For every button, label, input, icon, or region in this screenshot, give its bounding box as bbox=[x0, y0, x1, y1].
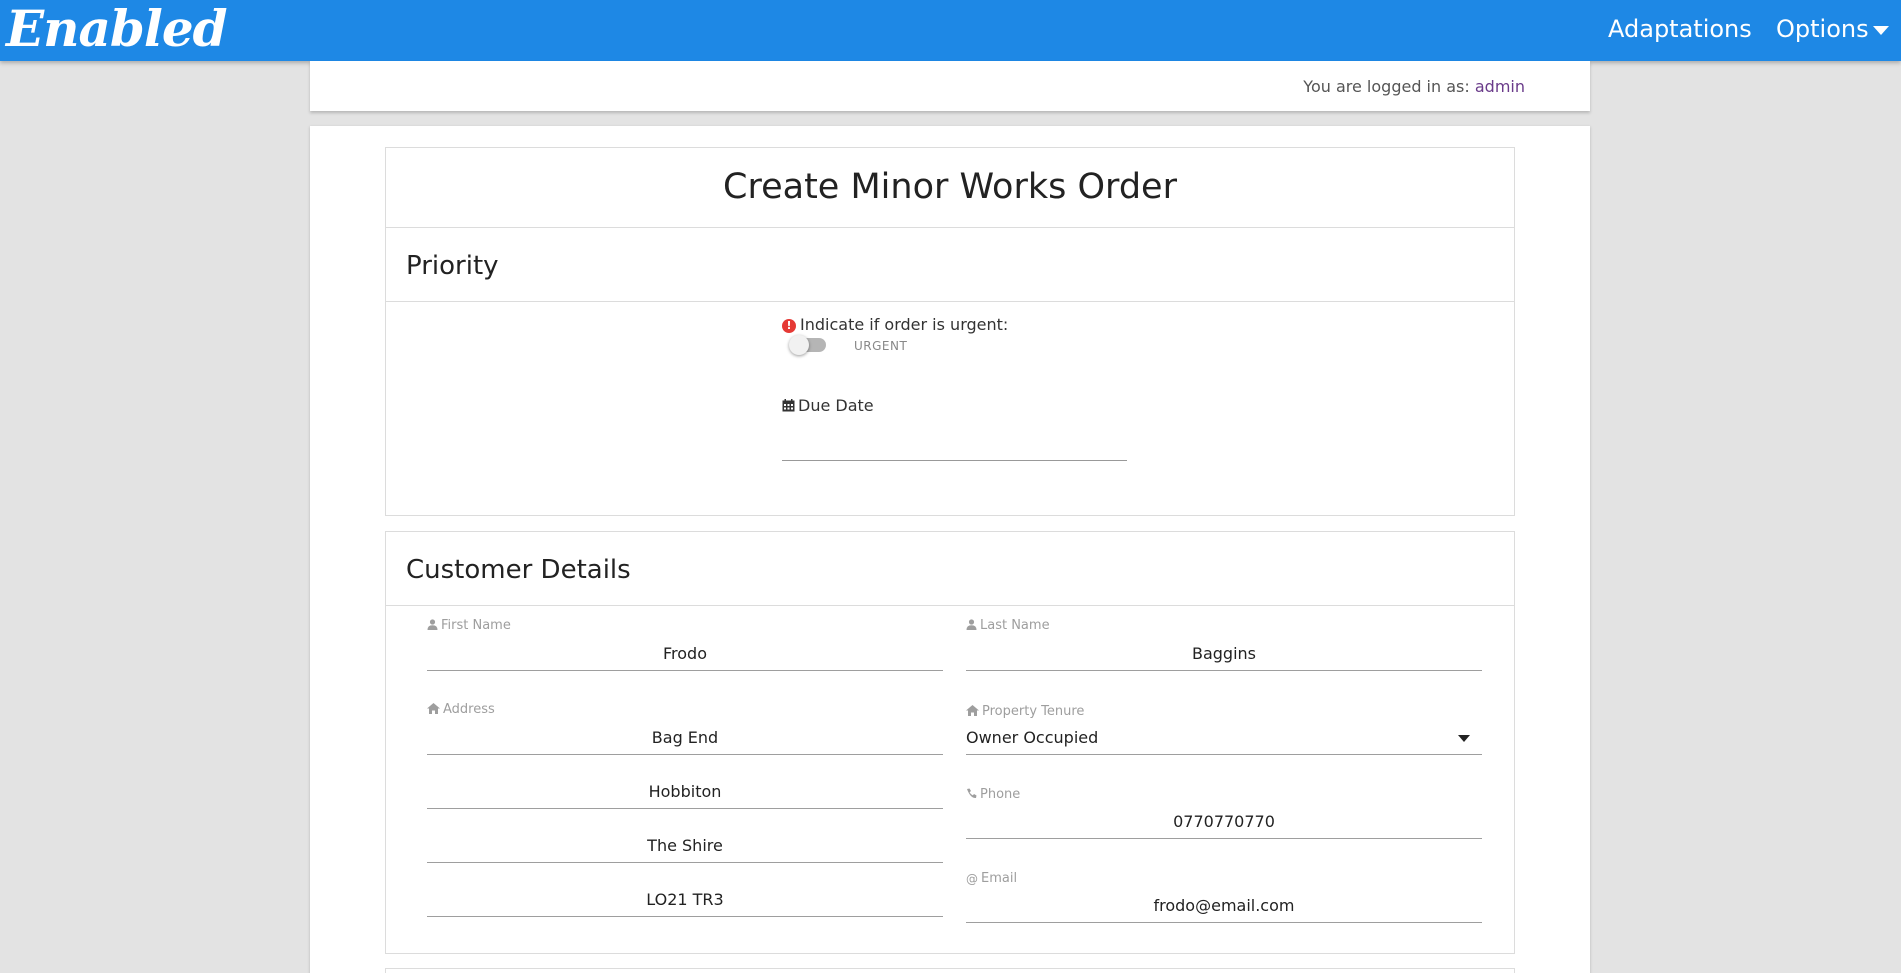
top-navbar: Enabled Adaptations Options bbox=[0, 0, 1901, 61]
address-line-2-input[interactable] bbox=[427, 775, 943, 809]
user-icon bbox=[966, 619, 977, 630]
caret-down-icon bbox=[1458, 735, 1470, 742]
urgent-label-text: Indicate if order is urgent: bbox=[800, 315, 1009, 334]
main-card: Create Minor Works Order Priority ! Indic… bbox=[310, 126, 1590, 973]
login-info-card: You are logged in as: admin bbox=[310, 61, 1590, 111]
customer-details-heading: Customer Details bbox=[386, 532, 1514, 606]
user-icon bbox=[427, 619, 438, 630]
last-name-label: Last Name bbox=[966, 618, 1050, 633]
nav-options-dropdown[interactable]: Options bbox=[1776, 0, 1889, 61]
brand-logo[interactable]: Enabled bbox=[6, 0, 228, 61]
login-status: You are logged in as: admin bbox=[1303, 77, 1525, 96]
last-name-label-text: Last Name bbox=[980, 618, 1050, 633]
email-label: @ Email bbox=[966, 871, 1017, 886]
due-date-input[interactable] bbox=[782, 423, 1127, 461]
due-date-label-text: Due Date bbox=[798, 396, 874, 415]
next-panel bbox=[385, 968, 1515, 973]
home-icon bbox=[966, 705, 979, 716]
property-tenure-select[interactable]: Owner Occupied bbox=[966, 721, 1482, 755]
home-icon bbox=[427, 703, 440, 714]
last-name-input[interactable] bbox=[966, 637, 1482, 671]
priority-panel: Create Minor Works Order Priority ! Indic… bbox=[385, 147, 1515, 516]
priority-heading: Priority bbox=[386, 228, 1514, 302]
address-postcode-input[interactable] bbox=[427, 883, 943, 917]
nav-adaptations-link[interactable]: Adaptations bbox=[1608, 0, 1752, 61]
email-input[interactable] bbox=[966, 889, 1482, 923]
urgent-toggle-label: URGENT bbox=[854, 339, 908, 353]
customer-details-panel: Customer Details First Name Last Name Ad… bbox=[385, 531, 1515, 954]
due-date-label: Due Date bbox=[782, 396, 874, 415]
address-label: Address bbox=[427, 702, 495, 717]
property-tenure-label-text: Property Tenure bbox=[982, 704, 1085, 719]
urgent-toggle[interactable] bbox=[789, 335, 826, 355]
phone-input[interactable] bbox=[966, 805, 1482, 839]
exclamation-circle-icon: ! bbox=[782, 319, 796, 333]
email-label-text: Email bbox=[981, 871, 1018, 886]
phone-icon bbox=[967, 788, 977, 799]
toggle-knob bbox=[789, 335, 809, 355]
first-name-input[interactable] bbox=[427, 637, 943, 671]
phone-label: Phone bbox=[966, 787, 1020, 802]
caret-down-icon bbox=[1872, 25, 1889, 35]
address-label-text: Address bbox=[443, 702, 495, 717]
login-prefix: You are logged in as: bbox=[1303, 77, 1470, 96]
first-name-label: First Name bbox=[427, 618, 511, 633]
nav-options-label: Options bbox=[1776, 15, 1869, 43]
phone-label-text: Phone bbox=[980, 787, 1021, 802]
property-tenure-value: Owner Occupied bbox=[966, 728, 1099, 747]
address-line-3-input[interactable] bbox=[427, 829, 943, 863]
login-username: admin bbox=[1474, 77, 1525, 96]
calendar-icon bbox=[782, 399, 795, 412]
page-title: Create Minor Works Order bbox=[386, 148, 1514, 228]
address-line-1-input[interactable] bbox=[427, 721, 943, 755]
property-tenure-label: Property Tenure bbox=[966, 704, 1084, 719]
first-name-label-text: First Name bbox=[441, 618, 511, 633]
at-sign-icon: @ bbox=[966, 872, 978, 886]
urgent-label: ! Indicate if order is urgent: bbox=[782, 315, 1008, 334]
